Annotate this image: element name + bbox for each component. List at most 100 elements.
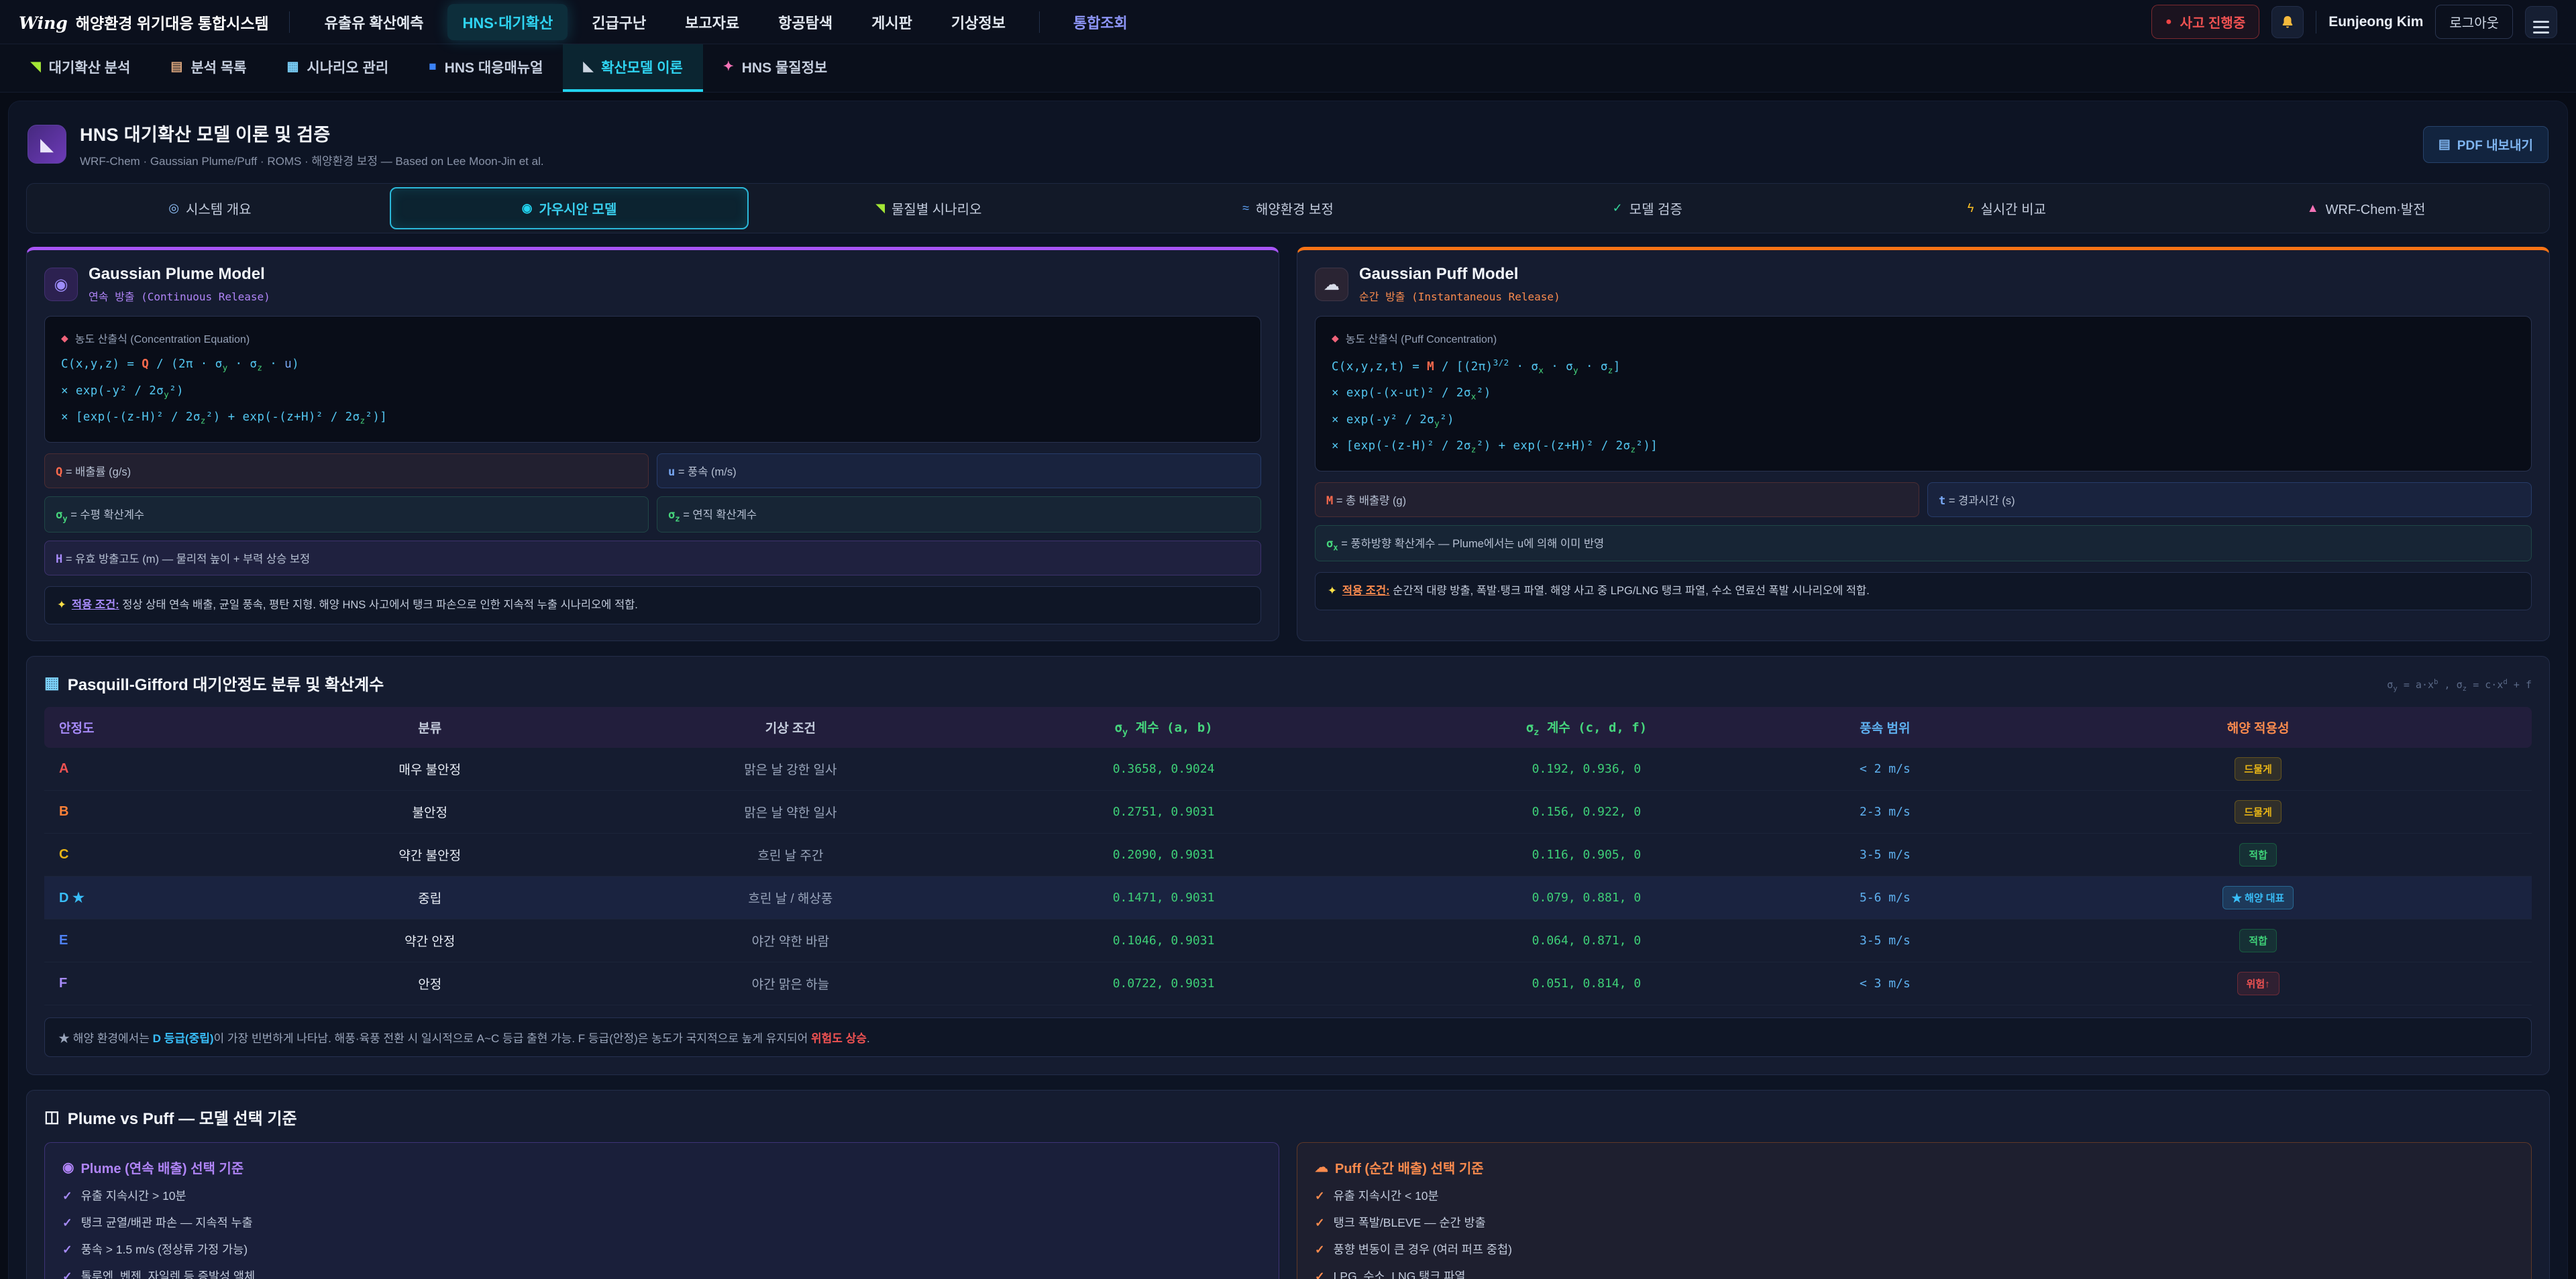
nav-item-hns-dispersion[interactable]: HNS·대기확산 <box>447 4 568 40</box>
check-icon: ✓ <box>62 1270 72 1279</box>
top-navigation: Wing 해양환경 위기대응 통합시스템 유출유 확산예측 HNS·대기확산 긴… <box>0 0 2576 44</box>
nav-item-rescue[interactable]: 긴급구난 <box>577 4 661 40</box>
nav-item-weather[interactable]: 기상정보 <box>936 4 1020 40</box>
tab-scenario-management[interactable]: ▦ 시나리오 관리 <box>266 44 409 92</box>
equation-line: × [exp(-(z-H)² / 2σz²) + exp(-(z+H)² / 2… <box>1332 439 2515 455</box>
table-row: B 불안정 맑은 날 약한 일사 0.2751, 0.9031 0.156, 0… <box>44 791 2532 834</box>
col-sigma-z: σz 계수 (c, d, f) <box>1387 707 1785 748</box>
puff-cloud-icon: ☁ <box>1315 268 1348 301</box>
tab-model-theory[interactable]: ◣ 확산모델 이론 <box>563 44 702 92</box>
hamburger-icon <box>2533 21 2549 23</box>
tab-substance-scenarios[interactable]: ◥ 물질별 시나리오 <box>749 187 1108 229</box>
criteria-item: ✓풍속 > 1.5 m/s (정상류 가정 가능) <box>62 1241 1261 1258</box>
tab-wrf-chem[interactable]: ▲ WRF-Chem·발전 <box>2186 187 2546 229</box>
pg-table-title: ▦ Pasquill-Gifford 대기안정도 분류 및 확산계수 <box>44 671 384 695</box>
pin-icon: ◆ <box>1332 333 1339 344</box>
logout-button[interactable]: 로그아웃 <box>2435 5 2513 39</box>
divider <box>1039 11 1040 33</box>
section-tab-bar: ◥ 대기확산 분석 ▤ 분석 목록 ▦ 시나리오 관리 ■ HNS 대응매뉴얼 … <box>0 44 2576 93</box>
model-selection-card: ◫ Plume vs Puff — 모델 선택 기준 ◉ Plume (연속 배… <box>26 1090 2550 1279</box>
hamburger-menu-button[interactable] <box>2525 6 2557 38</box>
check-icon: ✓ <box>62 1243 72 1257</box>
param-sigma-x: σx = 풍하방향 확산계수 — Plume에서는 u에 의해 이미 반영 <box>1315 525 2532 561</box>
d-grade-highlight: D 등급(중립) <box>153 1032 214 1045</box>
param-effective-height: H = 유효 방출고도 (m) — 물리적 높이 + 부력 상승 보정 <box>44 541 1261 575</box>
bell-icon <box>2279 14 2296 30</box>
plume-card-title: Gaussian Plume Model <box>89 265 270 284</box>
incident-status-badge[interactable]: ● 사고 진행중 <box>2151 5 2259 39</box>
puff-card-header: ☁ Gaussian Puff Model 순간 방출 (Instantaneo… <box>1315 265 2532 304</box>
pdf-export-button[interactable]: ▤ PDF 내보내기 <box>2423 126 2548 163</box>
page-header: ◣ HNS 대기확산 모델 이론 및 검증 WRF-Chem · Gaussia… <box>22 112 2554 180</box>
check-icon: ✓ <box>1315 1216 1325 1230</box>
table-row: E 약간 안정 야간 약한 바람 0.1046, 0.9031 0.064, 0… <box>44 920 2532 962</box>
status-badge: 적합 <box>2239 843 2277 867</box>
page-title: HNS 대기확산 모델 이론 및 검증 <box>80 120 544 146</box>
tab-system-overview[interactable]: ◎ 시스템 개요 <box>30 187 390 229</box>
pasquill-gifford-card: ▦ Pasquill-Gifford 대기안정도 분류 및 확산계수 σy = … <box>26 656 2550 1076</box>
test-tube-icon: ◥ <box>31 59 41 74</box>
clipboard-icon: ▤ <box>170 59 182 74</box>
status-badge: ★ 해양 대표 <box>2222 886 2294 909</box>
tab-dispersion-analysis[interactable]: ◥ 대기확산 분석 <box>11 44 150 92</box>
equation-line: × [exp(-(z-H)² / 2σz²) + exp(-(z+H)² / 2… <box>61 410 1244 426</box>
stability-table: 안정도 분류 기상 조건 σy 계수 (a, b) σz 계수 (c, d, f… <box>44 707 2532 1006</box>
main-menu: 유출유 확산예측 HNS·대기확산 긴급구난 보고자료 항공탐색 게시판 기상정… <box>310 4 1142 40</box>
col-sigma-y: σy 계수 (a, b) <box>940 707 1387 748</box>
param-emission-rate: Q = 배출률 (g/s) <box>44 453 649 488</box>
tab-model-validation[interactable]: ✓ 모델 검증 <box>1468 187 1827 229</box>
nav-item-integrated-search[interactable]: 통합조회 <box>1059 4 1142 40</box>
nav-item-reports[interactable]: 보고자료 <box>670 4 754 40</box>
nav-item-aerial-search[interactable]: 항공탐색 <box>763 4 847 40</box>
star-icon: ★ <box>72 891 85 905</box>
microscope-icon: ◎ <box>168 201 179 215</box>
criteria-item: ✓유출 지속시간 > 10분 <box>62 1187 1261 1204</box>
tab-hns-substance-info[interactable]: ✦ HNS 물질정보 <box>703 44 847 92</box>
check-icon: ✓ <box>62 1189 72 1203</box>
status-dot-icon: ● <box>2165 16 2172 28</box>
gaussian-puff-card: ☁ Gaussian Puff Model 순간 방출 (Instantaneo… <box>1297 247 2550 641</box>
table-header-row: 안정도 분류 기상 조건 σy 계수 (a, b) σz 계수 (c, d, f… <box>44 707 2532 748</box>
selection-title: ◫ Plume vs Puff — 모델 선택 기준 <box>44 1105 2532 1129</box>
logo-mark: Wing <box>19 13 68 33</box>
danger-highlight: 위험도 상승 <box>811 1032 867 1045</box>
plume-card-subtitle: 연속 방출 (Continuous Release) <box>89 288 270 304</box>
plume-application-note: ✦적용 조건: 정상 상태 연속 배출, 균일 풍속, 평탄 지형. 해양 HN… <box>44 586 1261 624</box>
rocket-icon: ▲ <box>2307 201 2319 215</box>
criteria-item: ✓LPG, 수소, LNG 탱크 파열 <box>1315 1268 2514 1279</box>
puff-card-subtitle: 순간 방출 (Instantaneous Release) <box>1359 288 1560 304</box>
tab-gaussian-model[interactable]: ◉ 가우시안 모델 <box>390 187 749 229</box>
plume-criteria-box: ◉ Plume (연속 배출) 선택 기준 ✓유출 지속시간 > 10분 ✓탱크… <box>44 1142 1279 1279</box>
table-row: F 안정 야간 맑은 하늘 0.0722, 0.9031 0.051, 0.81… <box>44 962 2532 1005</box>
col-marine-applicability: 해양 적용성 <box>1984 707 2532 748</box>
equation-line: × exp(-y² / 2σy²) <box>61 384 1244 400</box>
table-row: A 매우 불안정 맑은 날 강한 일사 0.3658, 0.9024 0.192… <box>44 748 2532 791</box>
param-total-mass: M = 총 배출량 (g) <box>1315 482 1919 517</box>
table-footnote: ★ 해양 환경에서는 D 등급(중립)이 가장 빈번하게 나타남. 해풍·육풍 … <box>44 1017 2532 1057</box>
notification-bell-button[interactable] <box>2271 6 2304 38</box>
tab-analysis-list[interactable]: ▤ 분석 목록 <box>150 44 266 92</box>
dna-icon: ✦ <box>723 59 734 74</box>
status-badge: 위험↑ <box>2237 972 2279 995</box>
check-icon: ✓ <box>1315 1270 1325 1279</box>
col-weather: 기상 조건 <box>641 707 940 748</box>
triangle-ruler-icon: ◣ <box>583 59 593 74</box>
nav-item-board[interactable]: 게시판 <box>857 4 927 40</box>
compare-icon: ◫ <box>44 1107 60 1127</box>
nav-item-oil-spill[interactable]: 유출유 확산예측 <box>310 4 439 40</box>
puff-criteria-box: ☁ Puff (순간 배출) 선택 기준 ✓유출 지속시간 < 10분 ✓탱크 … <box>1297 1142 2532 1279</box>
status-badge: 드물게 <box>2235 800 2281 824</box>
cyclone-icon: ◉ <box>44 268 78 301</box>
tab-marine-correction[interactable]: ≈ 해양환경 보정 <box>1108 187 1468 229</box>
check-icon: ✓ <box>1613 201 1623 215</box>
tab-hns-manual[interactable]: ■ HNS 대응매뉴얼 <box>409 44 563 92</box>
book-icon: ■ <box>429 60 436 74</box>
table-row-highlighted: D ★ 중립 흐린 날 / 해상풍 0.1471, 0.9031 0.079, … <box>44 877 2532 920</box>
param-elapsed-time: t = 경과시간 (s) <box>1927 482 2532 517</box>
param-sigma-z: σz = 연직 확산계수 <box>657 496 1261 533</box>
tab-realtime-comparison[interactable]: ϟ 실시간 비교 <box>1827 187 2187 229</box>
equation-line: × exp(-y² / 2σy²) <box>1332 413 2515 429</box>
puff-cloud-icon: ☁ <box>1315 1159 1328 1176</box>
col-stability: 안정도 <box>44 707 219 748</box>
puff-application-note: ✦적용 조건: 순간적 대량 방출, 폭발·탱크 파열. 해양 사고 중 LPG… <box>1315 572 2532 610</box>
